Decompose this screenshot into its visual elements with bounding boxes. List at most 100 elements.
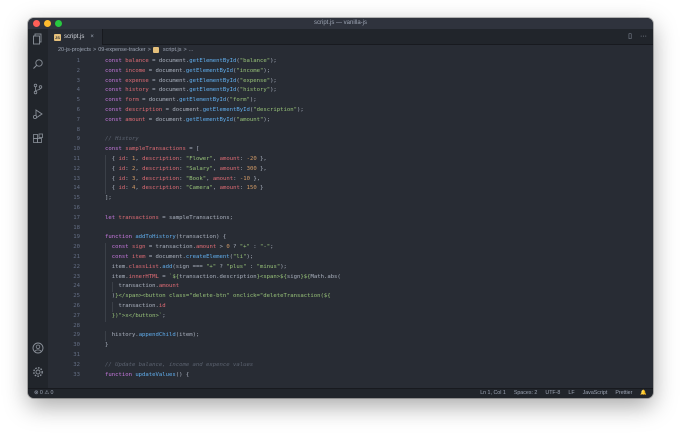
code-text: function updateValues() {: [105, 371, 189, 378]
code-token: },: [249, 175, 261, 182]
code-token: const: [105, 87, 126, 94]
code-text: const expense = document.getElementById(…: [105, 77, 277, 87]
code-line[interactable]: 18: [48, 224, 653, 234]
line-number: 1: [76, 58, 80, 64]
code-line[interactable]: 21 const item = document.createElement("…: [48, 253, 653, 263]
code-line[interactable]: 16: [48, 204, 653, 214]
code-text: item.innerHTML = `${transaction.descript…: [105, 273, 341, 283]
breadcrumb-item[interactable]: 09-expense-tracker: [98, 47, 145, 53]
code-token: "Book": [185, 175, 207, 182]
code-line[interactable]: 11 { id: 1, description: "Flower", amoun…: [48, 155, 653, 165]
code-line[interactable]: 17 let transactions = sampleTransactions;: [48, 214, 653, 224]
code-token: createElement: [185, 254, 230, 260]
code-token: description: [142, 165, 180, 172]
code-text: // History: [105, 135, 139, 145]
code-line[interactable]: 12 { id: 2, description: "Salary", amoun…: [48, 164, 653, 175]
code-token: "expense": [239, 77, 271, 84]
code-line[interactable]: 1 const balance = document.getElementById…: [48, 57, 653, 67]
code-line[interactable]: 19 function addToHistory(transaction) {: [48, 233, 653, 243]
indentation[interactable]: Spaces: 2: [514, 390, 538, 396]
code-token: amount: [195, 244, 217, 251]
status-bar: ⊗ 0 ⚠ 0 Ln 1, Col 1 Spaces: 2 UTF-8 LF J…: [28, 388, 653, 398]
breadcrumb-item[interactable]: 20-js-projects: [58, 47, 91, 53]
run-debug-icon[interactable]: [32, 108, 44, 120]
line-number: 26: [73, 303, 80, 309]
code-token: "description": [253, 107, 297, 113]
code-token: = document.: [162, 107, 203, 113]
code-token: "li": [233, 254, 247, 260]
notifications-bell-icon[interactable]: 🔔: [640, 390, 647, 396]
code-line[interactable]: 26 transaction.id: [48, 302, 653, 312]
activity-bar: [28, 29, 48, 388]
code-token: ,: [212, 165, 220, 172]
code-line[interactable]: 9 // History: [48, 135, 653, 145]
code-line[interactable]: 30}: [48, 341, 653, 351]
settings-gear-icon[interactable]: [32, 366, 44, 378]
extensions-icon[interactable]: [32, 133, 44, 145]
code-text: ];: [105, 194, 112, 204]
code-line[interactable]: 23 item.innerHTML = `${transaction.descr…: [48, 272, 653, 283]
search-icon[interactable]: [32, 58, 44, 70]
more-actions-icon[interactable]: ···: [640, 32, 647, 41]
window-title: script.js — vanilla-js: [313, 20, 367, 26]
breadcrumb-item[interactable]: ...: [189, 47, 194, 53]
code-line[interactable]: 27 })">x</button>`;: [48, 311, 653, 322]
javascript-file-icon: [152, 47, 159, 53]
code-token: const: [105, 97, 126, 104]
code-line[interactable]: 32 // Update balance, income and expence …: [48, 361, 653, 371]
code-token: getElementById: [185, 67, 234, 74]
code-line[interactable]: 20 const sign = transaction.amount > 0 ?…: [48, 243, 653, 253]
code-text: function addToHistory(transaction) {: [105, 233, 226, 243]
split-editor-icon[interactable]: ▯: [628, 32, 632, 41]
code-line[interactable]: 2 const income = document.getElementById(…: [48, 67, 653, 77]
code-line[interactable]: 31: [48, 351, 653, 361]
code-line[interactable]: 4 const history = document.getElementById…: [48, 86, 653, 96]
code-token: ?: [229, 244, 240, 251]
code-token: transaction.: [105, 303, 159, 309]
language-mode[interactable]: JavaScript: [583, 390, 608, 396]
code-token: let: [105, 214, 119, 221]
code-editor[interactable]: 1 const balance = document.getElementById…: [48, 55, 653, 378]
code-token: = sampleTransactions;: [158, 214, 233, 221]
code-line[interactable]: 33 function updateValues() {: [48, 371, 653, 378]
code-token: description: [142, 185, 180, 192]
code-text: })">x</button>`;: [105, 312, 166, 322]
code-token: }</span><button class="delete-btn" oncli…: [115, 293, 331, 300]
code-line[interactable]: 6 const description = document.getElement…: [48, 106, 653, 116]
code-line[interactable]: 25 )}</span><button class="delete-btn" o…: [48, 292, 653, 302]
code-token: );: [246, 254, 254, 260]
code-token: );: [263, 116, 271, 123]
code-token: getElementById: [202, 107, 250, 113]
encoding[interactable]: UTF-8: [545, 390, 560, 396]
code-text: { id: 2, description: "Salary", amount: …: [105, 165, 267, 175]
breadcrumb-separator: >: [147, 47, 151, 53]
code-line[interactable]: 10 const sampleTransactions = [: [48, 145, 653, 155]
code-text: // Update balance, income and expence va…: [105, 361, 253, 371]
code-line[interactable]: 13 { id: 3, description: "Book", amount:…: [48, 174, 653, 185]
account-icon[interactable]: [32, 342, 44, 354]
code-line[interactable]: 5 const form = document.getElementById("f…: [48, 96, 653, 106]
code-line[interactable]: 3 const expense = document.getElementById…: [48, 77, 653, 87]
code-text: { id: 1, description: "Flower", amount: …: [105, 155, 267, 165]
code-token: amount: [219, 165, 240, 172]
problems-indicator[interactable]: ⊗ 0 ⚠ 0: [34, 390, 54, 396]
tab-script-js[interactable]: JS script.js ×: [48, 29, 103, 45]
formatter[interactable]: Prettier: [615, 390, 632, 396]
line-number: 16: [73, 205, 80, 211]
code-line[interactable]: 22 item.classList.add(sign === "+" ? "pl…: [48, 262, 653, 273]
code-text: }: [105, 341, 108, 351]
code-line[interactable]: 24 transaction.amount: [48, 282, 653, 293]
code-line[interactable]: 28: [48, 322, 653, 332]
breadcrumb-item[interactable]: script.js: [163, 47, 182, 53]
code-line[interactable]: 7 const amount = document.getElementById(…: [48, 116, 653, 126]
explorer-icon[interactable]: [32, 33, 44, 45]
end-of-line[interactable]: LF: [568, 390, 574, 396]
code-line[interactable]: 29 history.appendChild(item);: [48, 331, 653, 342]
source-control-icon[interactable]: [32, 83, 44, 95]
code-token: :: [179, 165, 186, 172]
code-line[interactable]: 15];: [48, 194, 653, 204]
tab-close-icon[interactable]: ×: [90, 34, 94, 40]
code-line[interactable]: 14 { id: 4, description: "Camera", amoun…: [48, 184, 653, 195]
cursor-position[interactable]: Ln 1, Col 1: [480, 390, 506, 396]
code-line[interactable]: 8: [48, 126, 653, 136]
